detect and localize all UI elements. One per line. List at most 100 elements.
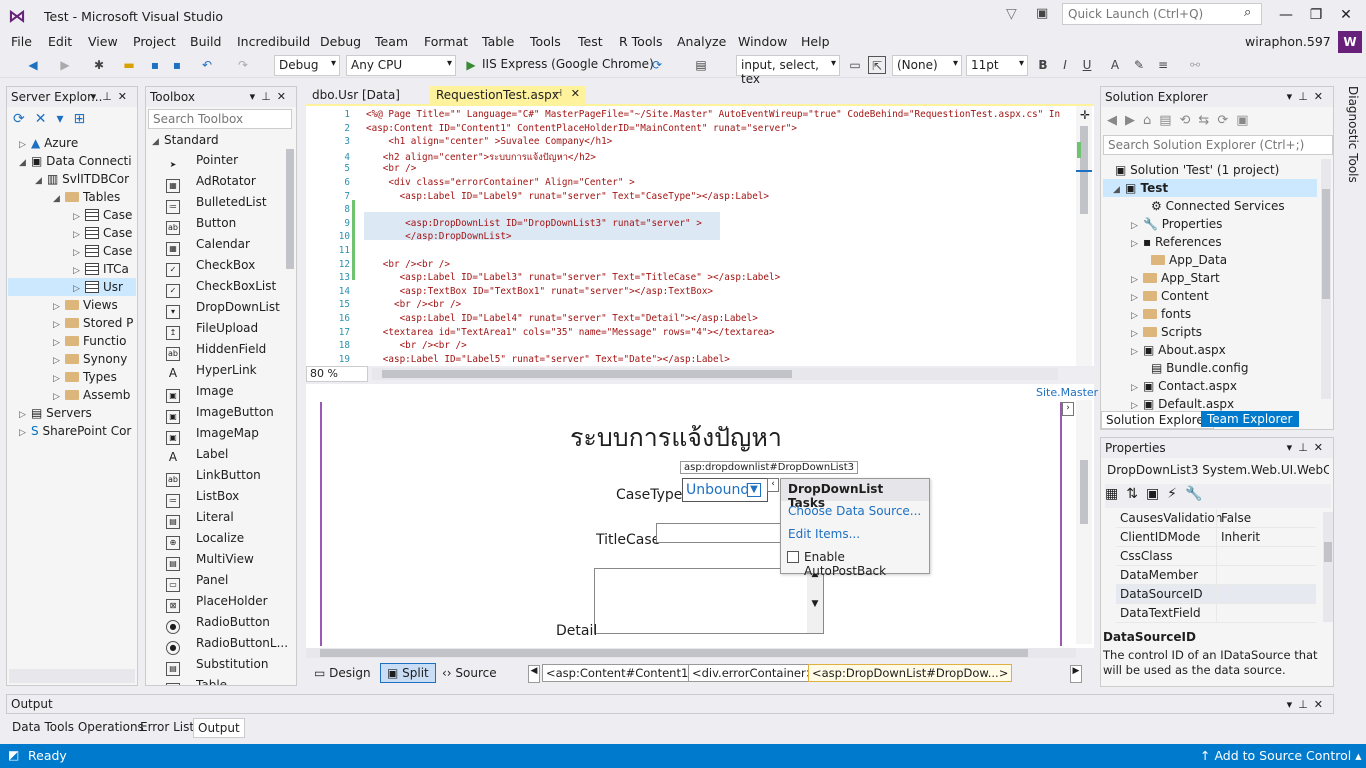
toolbox-item[interactable]: ▤ Substitution (166, 654, 268, 676)
collapse-tasks-icon[interactable]: ‹ (767, 478, 779, 492)
pin-icon[interactable]: ⊣ (553, 88, 562, 99)
underline-button[interactable]: U (1078, 56, 1096, 74)
forward-icon[interactable]: ▶ (56, 56, 74, 74)
menu-table[interactable]: Table (482, 34, 514, 49)
quick-launch-input[interactable]: Quick Launch (Ctrl+Q) (1062, 3, 1262, 25)
solution-toolbar[interactable]: ◀▶⌂▤⟲⇆⟳▣ (1107, 113, 1257, 128)
toolbox-item[interactable]: ▦Table (166, 675, 227, 685)
sol-properties[interactable]: ▷ 🔧 Properties (1131, 215, 1222, 233)
sol-references[interactable]: ▷ ▪ References (1131, 233, 1222, 251)
menu-analyze[interactable]: Analyze (677, 34, 726, 49)
chevron-down-icon[interactable]: ▼ (747, 483, 761, 497)
split-tab[interactable]: ▣ Split (380, 663, 436, 683)
menu-view[interactable]: View (88, 34, 118, 49)
code-line[interactable]: 18 <br /><br /> (306, 340, 1076, 354)
menu-tools[interactable]: Tools (530, 34, 561, 49)
tab-requestiontest[interactable]: RequestionTest.aspx ⊣ ✕ (430, 86, 586, 104)
sol-fonts[interactable]: ▷ fonts (1131, 305, 1191, 323)
menu-build[interactable]: Build (190, 34, 221, 49)
toolbox-item[interactable]: ➤ Pointer (166, 150, 238, 171)
search-icon[interactable]: ⌕ (1244, 5, 1251, 20)
menu-window[interactable]: Window (738, 34, 787, 49)
detail-textarea[interactable]: ▲ ▼ (594, 568, 824, 634)
titlecase-textbox[interactable] (656, 523, 786, 543)
sol-about[interactable]: ▷ ▣ About.aspx (1131, 341, 1226, 359)
redo-icon[interactable]: ↷ (234, 56, 252, 74)
design-vertical-scrollbar[interactable] (1076, 400, 1092, 644)
toolbox-search-input[interactable]: Search Toolbox (148, 109, 292, 129)
prop-row[interactable]: DataMember (1116, 566, 1316, 585)
code-horizontal-scrollbar[interactable] (372, 368, 1058, 380)
undo-icon[interactable]: ↶ (198, 56, 216, 74)
toolbox-item[interactable]: ✓ CheckBox (166, 255, 255, 277)
code-line[interactable]: 2 <asp:Content ID="Content1" ContentPlace… (306, 123, 1076, 137)
edit-items-link[interactable]: Edit Items... (788, 527, 860, 541)
sol-contact[interactable]: ▷ ▣ Contact.aspx (1131, 377, 1237, 395)
panel-buttons[interactable]: ▾⊥✕ (1287, 441, 1329, 454)
zoom-select[interactable]: 80 % (306, 366, 368, 382)
code-line[interactable]: 14 <asp:TextBox ID="TextBox1" runat="ser… (306, 286, 1076, 300)
menu-help[interactable]: Help (801, 34, 830, 49)
panel-buttons[interactable]: ▾⊥✕ (1287, 698, 1329, 711)
code-line[interactable]: 9 <asp:DropDownList ID="DropDownList3" r… (306, 218, 1076, 232)
sol-app-data[interactable]: App_Data (1151, 251, 1227, 269)
menu-test[interactable]: Test (578, 34, 603, 49)
properties-object-select[interactable]: DropDownList3 System.Web.UI.WebCo (1107, 463, 1329, 477)
toolbox-item[interactable]: ab LinkButton (166, 465, 261, 487)
close-icon[interactable]: ✕ (1336, 5, 1356, 25)
code-line[interactable]: 7 <asp:Label ID="Label9" runat="server" … (306, 191, 1076, 205)
toolbox-item[interactable]: ▦ Calendar (166, 234, 250, 256)
selector-select[interactable]: input, select, tex (736, 55, 840, 86)
toolbox-item[interactable]: ▣ ImageButton (166, 402, 274, 424)
tab-output[interactable]: Output (193, 718, 245, 738)
autopostback-checkbox[interactable] (787, 551, 799, 563)
solution-search-input[interactable]: Search Solution Explorer (Ctrl+;) (1103, 135, 1333, 155)
code-line[interactable]: 5 <br /> (306, 163, 1076, 177)
menu-rtools[interactable]: R Tools (619, 34, 662, 49)
tree-stored-procedures[interactable]: ▷ Stored P (53, 314, 133, 332)
menu-edit[interactable]: Edit (48, 34, 72, 49)
tree-table-case-2[interactable]: ▷ Case (73, 224, 132, 242)
code-vertical-scrollbar[interactable]: ✛ (1076, 106, 1092, 366)
toolbox-item[interactable]: ▦ AdRotator (166, 171, 256, 193)
style-icon[interactable]: ▭ (846, 56, 864, 74)
tab-data-tools-operations[interactable]: Data Tools Operations (8, 718, 148, 738)
filter-icon[interactable]: ▽ (1006, 6, 1017, 22)
horizontal-scrollbar[interactable] (9, 669, 135, 683)
tab-dbo-usr[interactable]: dbo.Usr [Data] (306, 86, 406, 104)
panel-buttons[interactable]: ▾⊥✕ (1287, 90, 1329, 103)
smart-tag-icon[interactable]: › (1062, 402, 1074, 416)
menu-file[interactable]: File (11, 34, 32, 49)
site-master-label[interactable]: Site.Master (1036, 386, 1098, 399)
refresh-icon[interactable]: ⟳ (648, 56, 666, 74)
code-line[interactable]: 16 <asp:Label ID="Label4" runat="server"… (306, 313, 1076, 327)
tree-functions[interactable]: ▷ Functio (53, 332, 126, 350)
open-icon[interactable]: ▬ (120, 56, 138, 74)
tree-sharepoint[interactable]: ▷ S SharePoint Cor (19, 422, 131, 440)
menu-project[interactable]: Project (133, 34, 176, 49)
properties-toolbar[interactable]: ▦⇅▣⚡🔧 (1105, 484, 1331, 508)
toolbox-item[interactable]: ▣ ImageMap (166, 423, 259, 445)
breadcrumb-content[interactable]: <asp:Content#Content1> (542, 664, 702, 682)
sol-connected-services[interactable]: ⚙ Connected Services (1151, 197, 1285, 215)
tree-assemblies[interactable]: ▷ Assemb (53, 386, 130, 404)
solution-scrollbar[interactable] (1321, 159, 1331, 399)
toolbox-item[interactable]: ▤ MultiView (166, 549, 254, 571)
code-line[interactable]: 15 <br /><br /> (306, 299, 1076, 313)
sol-bundle-config[interactable]: ▤ Bundle.config (1151, 359, 1248, 377)
tab-solution-explorer[interactable]: Solution Explorer (1101, 411, 1214, 429)
tree-views[interactable]: ▷ Views (53, 296, 118, 314)
code-line[interactable]: 8 (306, 204, 1076, 218)
code-line[interactable]: 1 <%@ Page Title="" Language="C#" MasterP… (306, 109, 1076, 123)
menu-incredibuild[interactable]: Incredibuild (237, 34, 310, 49)
user-name[interactable]: wiraphon.597 (1245, 34, 1331, 49)
platform-select[interactable]: Any CPU (346, 55, 456, 76)
tab-error-list[interactable]: Error List (136, 718, 198, 738)
tree-table-itca[interactable]: ▷ ITCa (73, 260, 129, 278)
position-icon[interactable]: ⇱ (868, 56, 886, 74)
run-target[interactable]: IIS Express (Google Chrome) (482, 57, 654, 71)
code-line[interactable]: 4 <h2 align="center">ระบบการแจ้งปัญหา</h… (306, 150, 1076, 164)
toolbox-item[interactable]: A Label (166, 444, 228, 465)
browser-link-icon[interactable]: ▤ (692, 56, 710, 74)
tree-azure[interactable]: ▷ ▲ Azure (19, 134, 78, 152)
